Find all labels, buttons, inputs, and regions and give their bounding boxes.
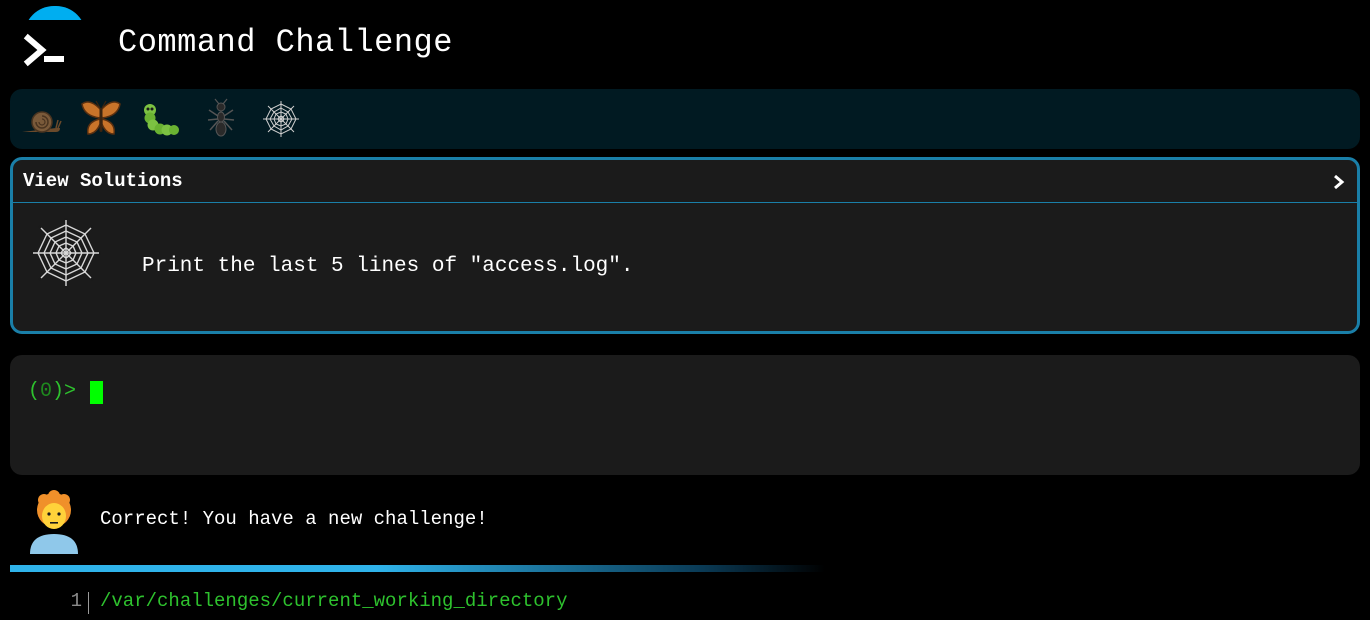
spider-web-icon — [263, 101, 299, 137]
solutions-header[interactable]: View Solutions — [13, 160, 1357, 203]
feedback-message: Correct! You have a new challenge! — [100, 508, 488, 530]
caterpillar-icon — [144, 104, 179, 136]
line-number: 1 — [70, 590, 82, 612]
spider-web-icon — [31, 218, 101, 288]
prompt-open: ( — [28, 380, 41, 403]
app-title: Command Challenge — [118, 24, 453, 61]
app-header: Command Challenge — [0, 0, 1370, 86]
terminal-prompt-icon[interactable] — [22, 32, 70, 72]
view-solutions-toggle[interactable]: View Solutions — [23, 170, 183, 192]
terminal-prompt: (0)> — [28, 380, 76, 403]
snail-icon — [22, 111, 62, 133]
prompt-close: )> — [52, 380, 77, 403]
terminal-cursor — [90, 381, 103, 404]
output-line-text: /var/challenges/current_working_director… — [100, 590, 568, 612]
gradient-divider — [10, 565, 825, 572]
level-spider-web-button[interactable] — [260, 98, 302, 140]
chevron-right-icon[interactable] — [1331, 172, 1347, 192]
level-snail-button[interactable] — [20, 98, 62, 140]
person-avatar-icon — [30, 490, 78, 554]
challenge-panel: View Solutions Print the last 5 lines of… — [10, 157, 1360, 334]
level-butterfly-button[interactable] — [80, 98, 122, 140]
level-ant-button[interactable] — [200, 98, 242, 140]
butterfly-icon — [81, 100, 121, 135]
terminal-input-area[interactable]: (0)> — [10, 355, 1360, 475]
level-caterpillar-button[interactable] — [140, 98, 182, 140]
level-bar — [10, 89, 1360, 149]
ant-icon — [207, 98, 235, 137]
challenge-description: Print the last 5 lines of "access.log". — [142, 255, 634, 278]
prompt-count: 0 — [40, 380, 53, 403]
line-gutter — [88, 592, 89, 614]
